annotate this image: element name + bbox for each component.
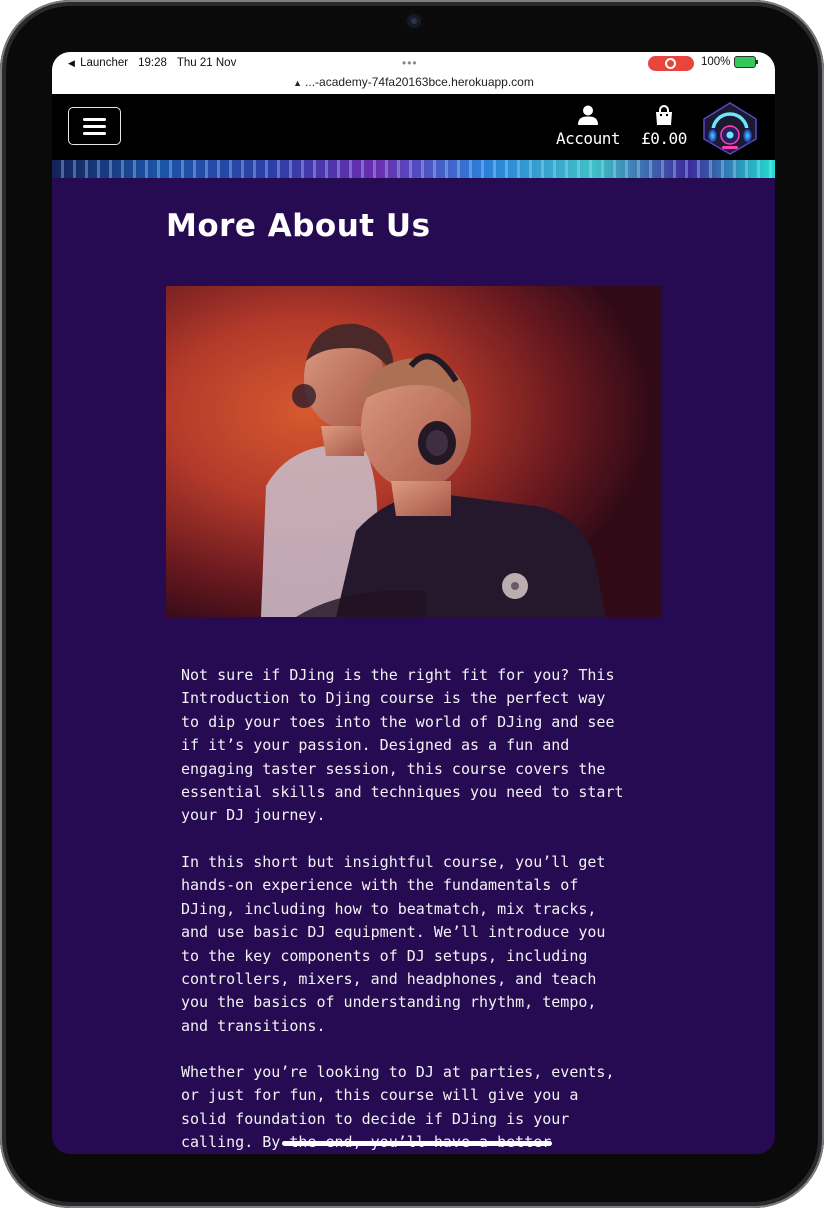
multitasking-dots-icon[interactable]: ••• (402, 56, 418, 70)
account-label: Account (556, 129, 620, 148)
tablet-frame: ◀ Launcher 19:28 Thu 21 Nov ••• 100% ▲..… (0, 0, 824, 1208)
main-content: More About Us Not sure if DJing is the r… (52, 178, 775, 1154)
url-text: ...-academy-74fa20163bce.herokuapp.com (305, 75, 534, 89)
status-time: 19:28 (138, 57, 167, 69)
page-title: More About Us (166, 208, 431, 244)
screen-recording-icon[interactable] (648, 56, 694, 71)
basket-link[interactable]: £0.00 (634, 104, 694, 152)
address-bar[interactable]: ▲ ...-academy-74fa20163bce.herokuapp.com (52, 75, 775, 89)
course-details-paragraph: In this short but insightful course, you… (181, 853, 606, 1035)
status-date: Thu 21 Nov (176, 57, 237, 69)
status-bar: ◀ Launcher 19:28 Thu 21 Nov ••• 100% ▲..… (52, 52, 775, 94)
account-link[interactable]: Account (550, 104, 626, 152)
dj-headphones-logo-icon[interactable] (700, 99, 760, 157)
battery-percent: 100% (701, 56, 731, 68)
site-navbar: Account £0.00 (52, 94, 775, 160)
shopping-bag-icon (656, 105, 672, 125)
menu-bar-icon (83, 132, 106, 135)
camera-icon (404, 11, 424, 31)
back-arrow-icon: ◀ (68, 58, 75, 68)
hero-image-strip (52, 160, 775, 178)
back-app-label: Launcher (80, 57, 129, 69)
battery-icon (734, 56, 759, 68)
back-to-app[interactable]: ◀ Launcher (68, 57, 128, 69)
menu-toggle-button[interactable] (68, 107, 121, 145)
basket-total: £0.00 (641, 129, 687, 148)
home-indicator[interactable] (282, 1141, 552, 1146)
menu-bar-icon (83, 125, 106, 128)
screen: ◀ Launcher 19:28 Thu 21 Nov ••• 100% ▲..… (52, 52, 775, 1154)
status-right: 100% (701, 56, 759, 68)
warning-icon: ▲ (293, 78, 303, 88)
status-left: ◀ Launcher 19:28 Thu 21 Nov (68, 57, 236, 69)
user-icon (578, 105, 598, 125)
djs-photo (166, 286, 662, 617)
menu-bar-icon (83, 118, 106, 121)
intro-paragraph: Not sure if DJing is the right fit for y… (181, 666, 624, 825)
